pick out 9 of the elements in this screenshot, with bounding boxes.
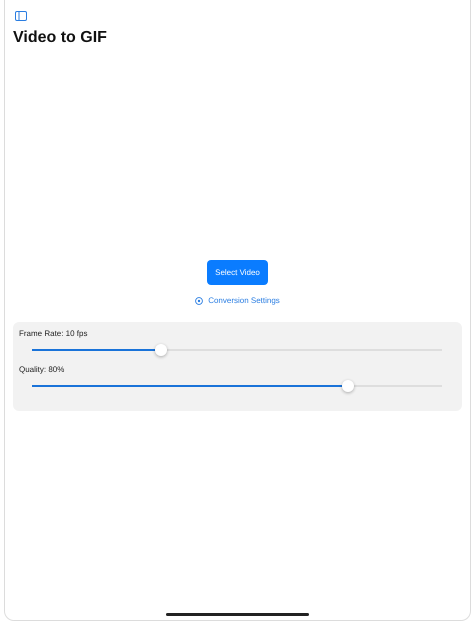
select-video-button[interactable]: Select Video [207, 260, 268, 285]
slider-thumb[interactable] [155, 344, 168, 356]
settings-icon [195, 296, 204, 304]
conversion-settings-link[interactable]: Conversion Settings [195, 296, 280, 305]
page-title: Video to GIF [13, 29, 108, 47]
slider-thumb[interactable] [342, 380, 354, 392]
sidebar-icon[interactable] [15, 11, 27, 21]
slider-label: Frame Rate: 10 fps [19, 329, 88, 338]
slider-label: Quality: 80% [19, 365, 66, 374]
